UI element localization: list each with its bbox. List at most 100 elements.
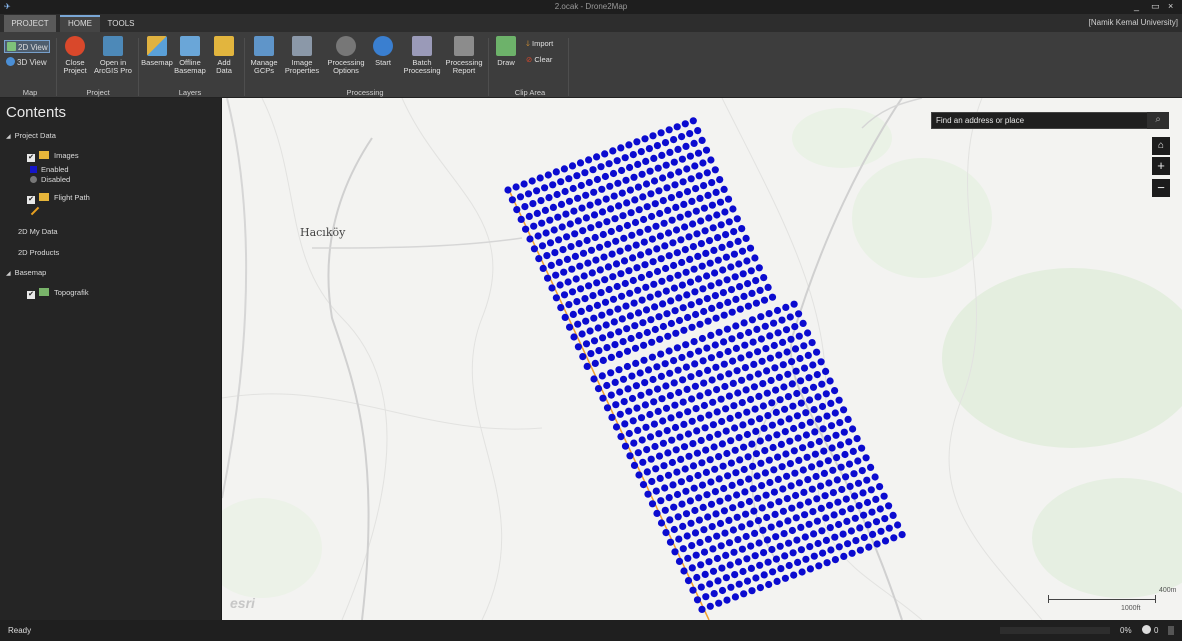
image-point[interactable] <box>689 243 697 251</box>
image-point[interactable] <box>638 296 646 304</box>
image-point[interactable] <box>702 146 711 154</box>
image-point[interactable] <box>607 353 615 361</box>
image-point[interactable] <box>638 436 646 444</box>
image-point[interactable] <box>634 160 642 168</box>
image-point[interactable] <box>671 548 679 556</box>
image-point[interactable] <box>855 502 863 510</box>
image-point[interactable] <box>736 478 745 486</box>
image-point[interactable] <box>670 261 678 270</box>
image-point[interactable] <box>576 262 584 270</box>
image-point[interactable] <box>885 524 893 532</box>
minimize-button[interactable]: _ <box>1134 1 1139 11</box>
image-point[interactable] <box>724 298 732 306</box>
image-point[interactable] <box>817 358 825 366</box>
image-point[interactable] <box>641 261 649 269</box>
image-point[interactable] <box>854 479 863 487</box>
image-point[interactable] <box>603 381 611 390</box>
image-point[interactable] <box>680 326 688 334</box>
image-point[interactable] <box>838 508 847 516</box>
image-point[interactable] <box>574 217 582 225</box>
image-point[interactable] <box>578 204 586 212</box>
image-point[interactable] <box>775 498 783 506</box>
image-point[interactable] <box>672 329 680 337</box>
image-point[interactable] <box>833 454 841 462</box>
image-point[interactable] <box>686 255 694 263</box>
image-point[interactable] <box>634 183 642 191</box>
image-point[interactable] <box>720 338 728 346</box>
image-point[interactable] <box>614 305 622 313</box>
image-point[interactable] <box>683 188 692 196</box>
image-point[interactable] <box>546 239 555 247</box>
image-point[interactable] <box>683 385 691 393</box>
image-point[interactable] <box>796 501 804 509</box>
image-point[interactable] <box>817 482 825 490</box>
image-point[interactable] <box>723 596 731 604</box>
image-point[interactable] <box>729 526 737 534</box>
image-point[interactable] <box>728 335 736 343</box>
image-point[interactable] <box>728 308 736 316</box>
image-point[interactable] <box>659 197 667 205</box>
image-point[interactable] <box>699 357 707 365</box>
image-point[interactable] <box>768 293 777 301</box>
image-point[interactable] <box>793 536 801 544</box>
image-point[interactable] <box>659 174 667 182</box>
image-point[interactable] <box>744 302 753 310</box>
image-point[interactable] <box>696 194 704 202</box>
image-point[interactable] <box>789 402 797 410</box>
image-point[interactable] <box>717 221 725 229</box>
image-point[interactable] <box>767 523 775 531</box>
image-point[interactable] <box>729 504 737 512</box>
image-point[interactable] <box>826 501 834 509</box>
image-point[interactable] <box>691 360 699 368</box>
image-point[interactable] <box>867 463 875 471</box>
image-point[interactable] <box>657 255 665 263</box>
image-point[interactable] <box>561 313 569 321</box>
image-point[interactable] <box>709 421 717 429</box>
image-point[interactable] <box>733 491 741 499</box>
image-point[interactable] <box>793 389 801 398</box>
image-point[interactable] <box>643 328 651 337</box>
image-point[interactable] <box>722 231 730 239</box>
image-point[interactable] <box>585 178 593 187</box>
image-point[interactable] <box>741 488 749 496</box>
image-point[interactable] <box>698 262 706 270</box>
image-point[interactable] <box>806 396 814 404</box>
image-point[interactable] <box>637 251 645 259</box>
image-point[interactable] <box>722 574 730 582</box>
image-properties-button[interactable]: Image Properties <box>282 36 322 75</box>
image-point[interactable] <box>693 230 701 238</box>
image-point[interactable] <box>641 401 649 409</box>
image-point[interactable] <box>512 183 520 191</box>
image-point[interactable] <box>810 552 818 560</box>
image-point[interactable] <box>572 275 580 283</box>
image-point[interactable] <box>691 382 699 390</box>
image-point[interactable] <box>680 420 688 428</box>
image-point[interactable] <box>849 447 857 455</box>
image-point[interactable] <box>577 181 585 190</box>
image-point[interactable] <box>631 344 640 352</box>
image-point[interactable] <box>873 540 881 548</box>
image-point[interactable] <box>630 173 638 181</box>
image-point[interactable] <box>720 185 728 193</box>
image-point[interactable] <box>726 561 734 569</box>
image-point[interactable] <box>760 424 768 432</box>
image-point[interactable] <box>658 395 666 403</box>
image-point[interactable] <box>706 602 714 610</box>
image-point[interactable] <box>639 481 648 489</box>
image-point[interactable] <box>508 196 516 204</box>
image-point[interactable] <box>697 217 705 225</box>
image-point[interactable] <box>732 344 740 352</box>
image-point[interactable] <box>679 398 687 406</box>
image-point[interactable] <box>538 219 546 227</box>
image-point[interactable] <box>786 437 794 445</box>
image-point[interactable] <box>734 411 743 419</box>
image-point[interactable] <box>561 187 569 196</box>
image-point[interactable] <box>822 536 831 544</box>
image-point[interactable] <box>681 246 689 254</box>
image-point[interactable] <box>813 348 821 356</box>
image-point[interactable] <box>644 366 653 374</box>
image-point[interactable] <box>683 532 691 540</box>
image-point[interactable] <box>767 501 775 509</box>
image-point[interactable] <box>694 252 702 260</box>
image-point[interactable] <box>827 422 836 430</box>
